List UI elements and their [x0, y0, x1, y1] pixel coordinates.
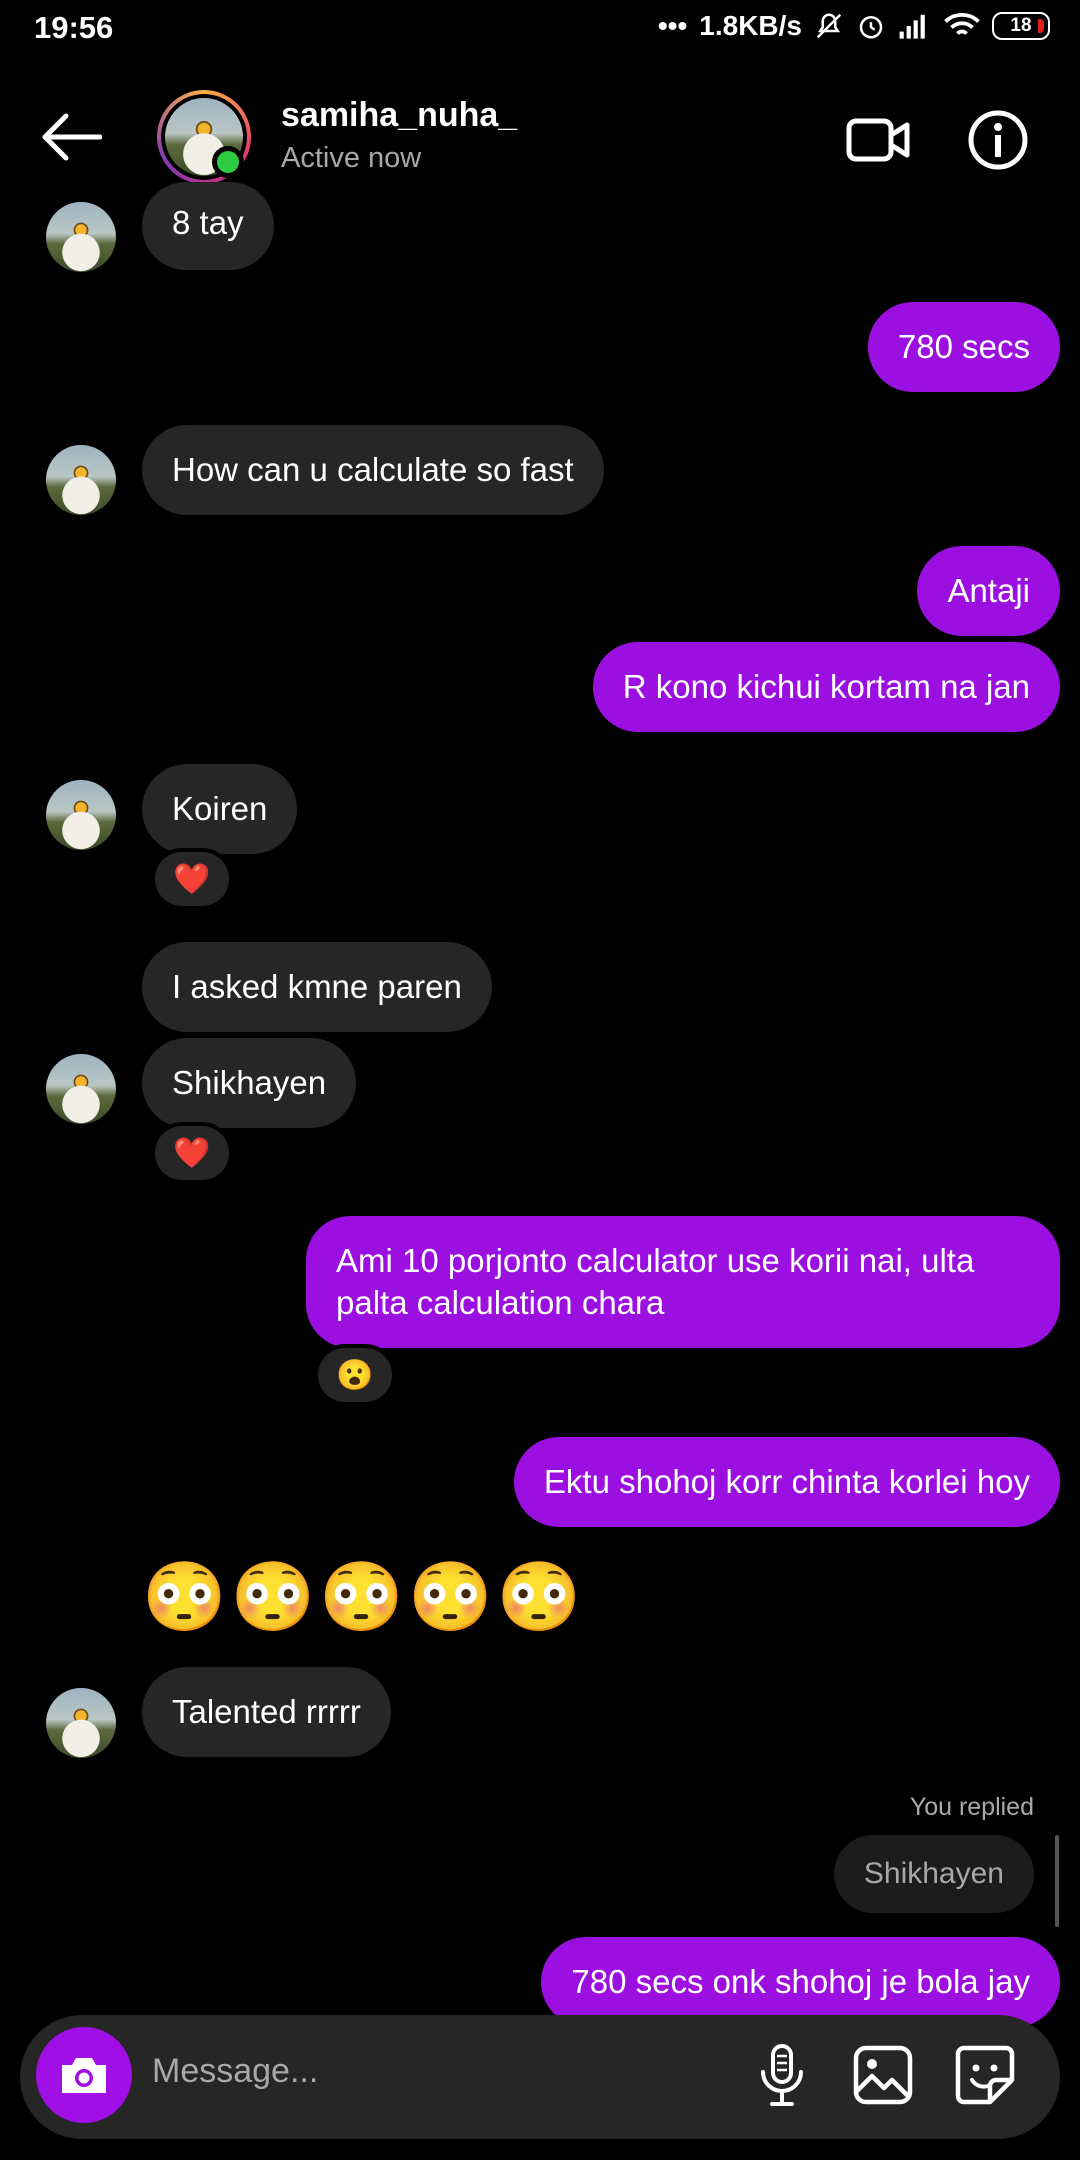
message-bubble-incoming[interactable]: 8 tay — [142, 182, 274, 270]
status-right: ••• 1.8KB/s 18 — [658, 10, 1050, 42]
alarm-icon — [859, 16, 883, 39]
quoted-message[interactable]: Shikhayen — [833, 1835, 1034, 1913]
camera-button[interactable] — [36, 2027, 132, 2123]
contact-username[interactable]: samiha_nuha_ — [281, 96, 517, 135]
message-bubble-outgoing[interactable]: Ami 10 porjonto calculator use korii nai… — [306, 1216, 1060, 1348]
reaction-badge[interactable]: 😮 — [314, 1344, 396, 1406]
contact-presence: Active now — [281, 142, 422, 174]
microphone-icon[interactable] — [747, 2040, 817, 2110]
camera-icon — [62, 2058, 106, 2093]
battery-level: 18 — [1010, 15, 1032, 36]
back-arrow-icon[interactable] — [40, 112, 102, 162]
status-time: 19:56 — [34, 10, 114, 45]
message-text-line: palta calculation chara — [336, 1284, 665, 1321]
message-text-line: Ami 10 porjonto calculator use korii nai… — [336, 1242, 975, 1279]
wifi-icon — [944, 13, 980, 35]
status-bar: 19:56 ••• 1.8KB/s 18 — [0, 0, 1080, 62]
sender-avatar — [46, 1688, 116, 1758]
message-bubble-outgoing[interactable]: 780 secs — [867, 302, 1060, 392]
emoji-message[interactable]: 😳😳😳😳😳 — [142, 1557, 585, 1637]
message-bubble-outgoing[interactable]: R kono kichui kortam na jan — [592, 642, 1060, 732]
mute-icon — [816, 13, 842, 39]
sender-avatar — [46, 202, 116, 272]
network-speed: 1.8KB/s — [699, 10, 802, 41]
more-dots-icon: ••• — [657, 10, 688, 41]
sender-avatar — [46, 445, 116, 515]
message-bubble-outgoing[interactable]: Ektu shohoj korr chinta korlei hoy — [513, 1437, 1060, 1527]
message-bubble-outgoing[interactable]: 780 secs onk shohoj je bola jay — [541, 1937, 1060, 2027]
gallery-icon[interactable] — [848, 2040, 918, 2110]
scroll-indicator — [1055, 1835, 1059, 1927]
message-bubble-incoming[interactable]: Shikhayen — [142, 1038, 357, 1128]
reaction-badge[interactable]: ❤️ — [151, 1122, 233, 1184]
reaction-badge[interactable]: ❤️ — [151, 848, 233, 910]
sticker-icon[interactable] — [950, 2040, 1020, 2110]
message-bubble-incoming[interactable]: Koiren — [142, 764, 298, 854]
sender-avatar — [46, 780, 116, 850]
signal-icon — [899, 14, 925, 39]
battery-icon: 18 — [992, 12, 1050, 40]
message-input[interactable]: Message... — [152, 2052, 318, 2091]
online-indicator — [212, 146, 244, 178]
video-call-icon[interactable] — [845, 107, 911, 173]
message-bubble-incoming[interactable]: I asked kmne paren — [142, 942, 492, 1032]
message-bubble-incoming[interactable]: How can u calculate so fast — [142, 425, 604, 515]
message-bubble-incoming[interactable]: Talented rrrrr — [142, 1667, 391, 1757]
reply-label: You replied — [909, 1793, 1034, 1821]
info-icon[interactable] — [965, 107, 1031, 173]
message-bubble-outgoing[interactable]: Antaji — [917, 546, 1060, 636]
sender-avatar — [46, 1054, 116, 1124]
